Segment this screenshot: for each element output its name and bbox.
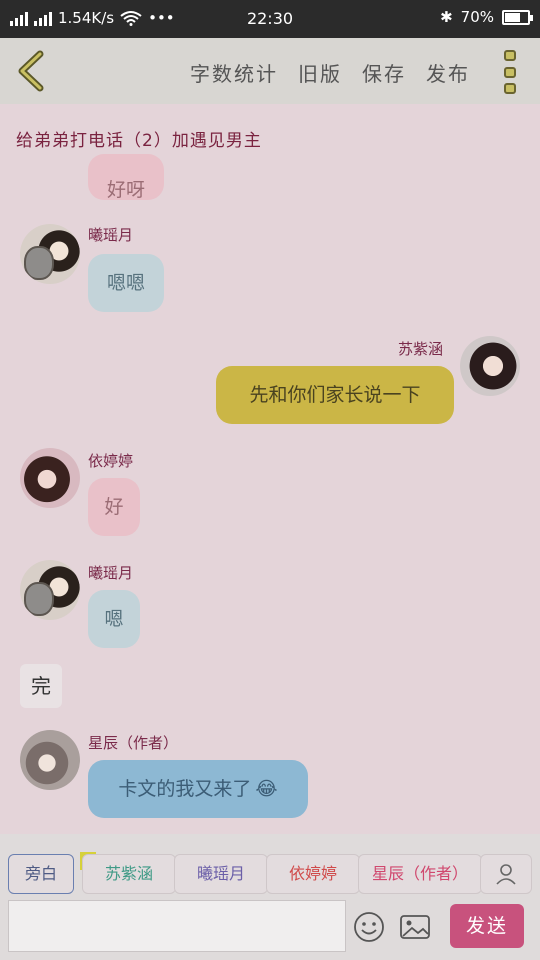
avatar-曦瑶月[interactable] xyxy=(20,560,80,620)
role-苏紫涵[interactable]: 苏紫涵 xyxy=(82,854,176,894)
chapter-title: 给弟弟打电话（2）加遇见男主 xyxy=(16,131,262,151)
message-bubble[interactable]: 嗯 xyxy=(88,590,140,648)
sender-name: 曦瑶月 xyxy=(88,226,134,244)
narration-bubble[interactable]: 完 xyxy=(20,664,62,708)
message-bubble[interactable]: 好 xyxy=(88,478,140,536)
role-narrator[interactable]: 旁白 xyxy=(8,854,74,894)
status-right: ✱ 70% xyxy=(440,8,533,26)
composer-panel: 旁白 主 苏紫涵 曦瑶月 依婷婷 星辰（作者） 发送 xyxy=(0,834,540,960)
sender-name: 依婷婷 xyxy=(88,452,134,470)
back-arrow-icon[interactable] xyxy=(12,50,52,92)
toolbar-actions: 字数统计 旧版 保存 发布 xyxy=(190,58,470,87)
message-bubble[interactable]: 嗯嗯 xyxy=(88,254,164,312)
publish-button[interactable]: 发布 xyxy=(426,58,470,87)
person-add-icon xyxy=(496,864,516,885)
sender-name: 苏紫涵 xyxy=(398,340,444,358)
chat-area[interactable]: 给弟弟打电话（2）加遇见男主 好呀 曦瑶月 嗯嗯 苏紫涵 先和你们家长说一下 依… xyxy=(0,104,540,834)
role-曦瑶月[interactable]: 曦瑶月 xyxy=(174,854,268,894)
battery-icon xyxy=(502,9,533,25)
avatar-星辰[interactable] xyxy=(20,730,80,790)
battery-percent: 70% xyxy=(460,8,494,26)
old-version-button[interactable]: 旧版 xyxy=(298,58,342,87)
image-icon[interactable] xyxy=(398,910,432,944)
avatar-曦瑶月[interactable] xyxy=(20,224,80,284)
top-toolbar: 字数统计 旧版 保存 发布 xyxy=(0,38,540,104)
bluetooth-icon: ✱ xyxy=(440,8,453,26)
role-selector: 旁白 主 苏紫涵 曦瑶月 依婷婷 星辰（作者） xyxy=(8,852,538,894)
message-input[interactable] xyxy=(8,900,346,952)
role-星辰[interactable]: 星辰（作者） xyxy=(358,854,482,894)
message-bubble[interactable]: 先和你们家长说一下 xyxy=(216,366,454,424)
battery-fill xyxy=(505,12,521,22)
role-依婷婷[interactable]: 依婷婷 xyxy=(266,854,360,894)
word-count-button[interactable]: 字数统计 xyxy=(190,58,278,87)
avatar-苏紫涵[interactable] xyxy=(460,336,520,396)
partial-message-bubble: 好呀 xyxy=(88,154,164,200)
more-menu-icon[interactable] xyxy=(504,50,518,94)
send-button[interactable]: 发送 xyxy=(450,904,524,948)
sender-name: 星辰（作者） xyxy=(88,734,179,752)
emoji-icon[interactable] xyxy=(352,910,386,944)
save-button[interactable]: 保存 xyxy=(362,58,406,87)
sender-name: 曦瑶月 xyxy=(88,564,134,582)
laughing-emoji-icon: 😂 xyxy=(255,778,278,800)
message-bubble[interactable]: 卡文的我又来了 😂 xyxy=(88,760,308,818)
avatar-依婷婷[interactable] xyxy=(20,448,80,508)
status-bar: 1.54K/s ••• 22:30 ✱ 70% xyxy=(0,0,540,38)
add-role-button[interactable] xyxy=(480,854,532,894)
message-text: 卡文的我又来了 xyxy=(118,778,252,800)
